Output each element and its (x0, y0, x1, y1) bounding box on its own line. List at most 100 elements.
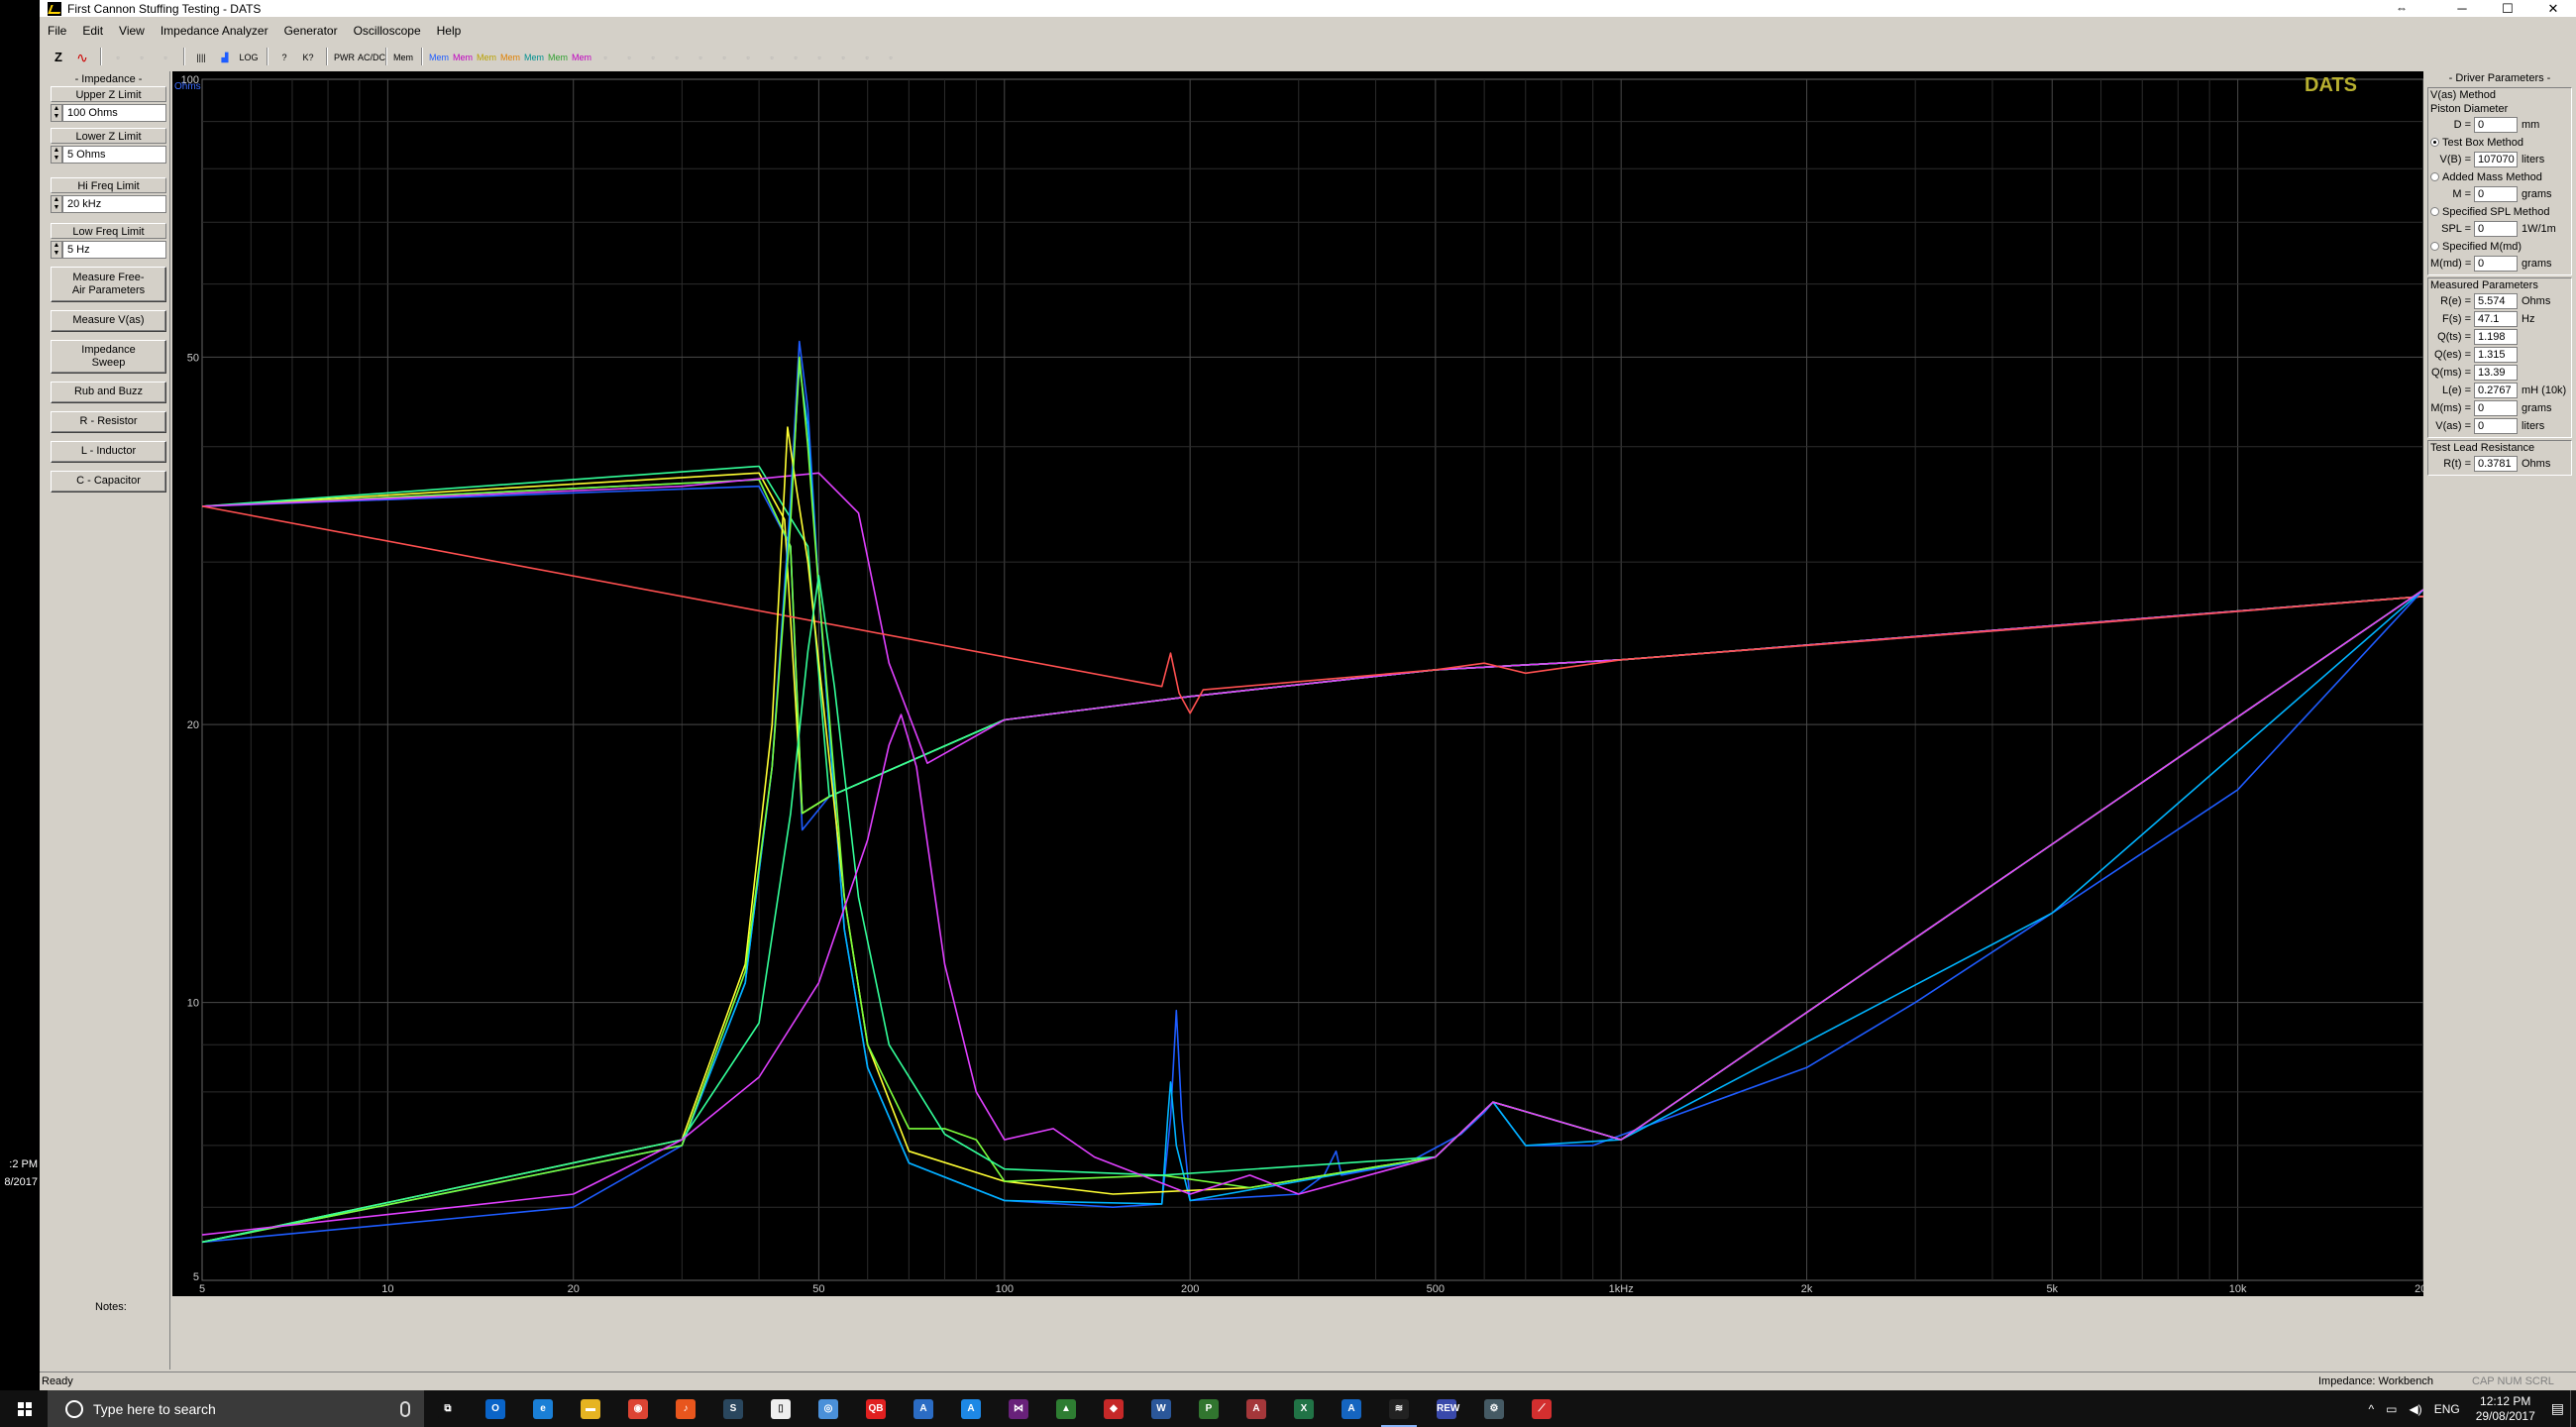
minimize-button[interactable]: ─ (2439, 0, 2485, 17)
notifications-icon[interactable]: ▤ (2545, 1400, 2570, 1417)
word-taskbar-button[interactable]: W (1137, 1390, 1185, 1427)
notepad-taskbar-button[interactable]: ▯ (757, 1390, 805, 1427)
visual-studio-taskbar-button[interactable]: ⋈ (995, 1390, 1042, 1427)
added-mass-method-radio[interactable]: Added Mass Method (2430, 168, 2569, 185)
menu-generator[interactable]: Generator (276, 22, 346, 40)
memory-6-button[interactable]: Mem 6 (547, 47, 569, 82)
menu-impedance-analyzer[interactable]: Impedance Analyzer (153, 22, 276, 40)
access-taskbar-button[interactable]: A (1233, 1390, 1280, 1427)
edge-taskbar-button[interactable]: e (519, 1390, 567, 1427)
memory-2-button[interactable]: Mem 2 (452, 47, 474, 82)
app-red-taskbar-button[interactable]: ◆ (1090, 1390, 1137, 1427)
radio-icon[interactable] (2430, 207, 2439, 216)
memory-4-button[interactable]: Mem 4 (499, 47, 521, 82)
capacitor-button[interactable]: C - Capacitor (51, 471, 166, 493)
specified-spl-method-radio[interactable]: Specified SPL Method (2430, 203, 2569, 220)
qts-value[interactable]: 1.198 (2474, 329, 2518, 345)
app-a3-taskbar-button[interactable]: A (1328, 1390, 1375, 1427)
radio-icon[interactable] (2430, 172, 2439, 181)
low-freq-limit-value[interactable]: 5 Hz (62, 241, 166, 259)
impedance-chart-svg[interactable]: 51020501002005001kHz2k5k10k20k1005020105… (172, 71, 2463, 1296)
resistor-button[interactable]: R - Resistor (51, 411, 166, 433)
memory-3-button[interactable]: Mem 3 (476, 47, 497, 82)
radio-icon[interactable] (2430, 242, 2439, 251)
qms-value[interactable]: 13.39 (2474, 365, 2518, 381)
microphone-icon[interactable] (400, 1400, 410, 1417)
memory-button[interactable]: Mem (392, 47, 414, 66)
upper-z-limit-spinner[interactable]: ▲ ▼ 100 Ohms (51, 104, 166, 122)
start-button[interactable] (0, 1390, 48, 1427)
project-taskbar-button[interactable]: P (1185, 1390, 1233, 1427)
memory-7-button[interactable]: Mem 7 (571, 47, 592, 82)
ac-dc-button[interactable]: AC/DC (357, 47, 385, 66)
tray-chevron-icon[interactable]: ^ (2362, 1402, 2380, 1416)
excel-taskbar-button[interactable]: X (1280, 1390, 1328, 1427)
rt-input[interactable]: 0.3781 (2474, 456, 2518, 472)
spin-down-icon[interactable]: ▼ (52, 250, 61, 258)
help-button[interactable]: ? (273, 47, 295, 66)
app-chart-taskbar-button[interactable]: ⟋ (1518, 1390, 1565, 1427)
fs-value[interactable]: 47.1 (2474, 311, 2518, 327)
measure-free-air-button[interactable]: Measure Free-Air Parameters (51, 267, 166, 302)
measure-vas-button[interactable]: Measure V(as) (51, 310, 166, 332)
spl-input[interactable]: 0 (2474, 221, 2518, 237)
task-view-taskbar-button[interactable]: ⧉ (424, 1390, 472, 1427)
language-indicator[interactable]: ENG (2428, 1402, 2466, 1416)
taskbar-search-box[interactable]: Type here to search (48, 1390, 424, 1427)
mmd-input[interactable]: 0 (2474, 256, 2518, 272)
show-desktop-button[interactable] (2570, 1390, 2576, 1427)
memory-1-button[interactable]: Mem 1 (428, 47, 450, 82)
menu-help[interactable]: Help (429, 22, 470, 40)
spin-down-icon[interactable]: ▼ (52, 113, 61, 121)
re-value[interactable]: 5.574 (2474, 293, 2518, 309)
memory-5-button[interactable]: Mem 5 (523, 47, 545, 82)
menu-file[interactable]: File (40, 22, 74, 40)
vas-value[interactable]: 0 (2474, 418, 2518, 434)
le-value[interactable]: 0.2767 (2474, 383, 2518, 398)
rub-and-buzz-button[interactable]: Rub and Buzz (51, 382, 166, 403)
qb-taskbar-button[interactable]: QB (852, 1390, 900, 1427)
spin-up-icon[interactable]: ▲ (52, 105, 61, 113)
rew-taskbar-button[interactable]: REW (1423, 1390, 1470, 1427)
app-a-taskbar-button[interactable]: A (900, 1390, 947, 1427)
inductor-button[interactable]: L - Inductor (51, 441, 166, 463)
hi-freq-limit-spinner[interactable]: ▲ ▼ 20 kHz (51, 195, 166, 213)
impedance-chart[interactable]: 51020501002005001kHz2k5k10k20k1005020105… (172, 71, 2463, 1296)
vb-input[interactable]: 107070 (2474, 152, 2518, 167)
radio-selected-icon[interactable] (2430, 138, 2439, 147)
app-gear-taskbar-button[interactable]: ⚙ (1470, 1390, 1518, 1427)
low-freq-limit-spinner[interactable]: ▲ ▼ 5 Hz (51, 241, 166, 259)
spin-down-icon[interactable]: ▼ (52, 204, 61, 212)
title-bar[interactable]: First Cannon Stuffing Testing - DATS ⇔ ─… (40, 0, 2576, 17)
maximize-button[interactable]: ☐ (2485, 0, 2530, 17)
qes-value[interactable]: 1.315 (2474, 347, 2518, 363)
spin-up-icon[interactable]: ▲ (52, 147, 61, 155)
steam-taskbar-button[interactable]: S (709, 1390, 757, 1427)
lower-z-limit-spinner[interactable]: ▲ ▼ 5 Ohms (51, 146, 166, 164)
impedance-mode-button[interactable]: Z (48, 47, 69, 66)
menu-edit[interactable]: Edit (74, 22, 111, 40)
file-explorer-taskbar-button[interactable]: ▬ (567, 1390, 614, 1427)
context-help-button[interactable]: K? (297, 47, 319, 66)
taskbar-clock[interactable]: 12:12 PM 29/08/2017 (2466, 1394, 2545, 1424)
impedance-sweep-button[interactable]: Impedance Sweep (51, 340, 166, 374)
app-orange-taskbar-button[interactable]: ♪ (662, 1390, 709, 1427)
phase-mode-button[interactable]: ∿ (71, 47, 93, 66)
lower-z-limit-value[interactable]: 5 Ohms (62, 146, 166, 164)
chrome-taskbar-button[interactable]: ◉ (614, 1390, 662, 1427)
upper-z-limit-value[interactable]: 100 Ohms (62, 104, 166, 122)
m-input[interactable]: 0 (2474, 186, 2518, 202)
spin-down-icon[interactable]: ▼ (52, 155, 61, 163)
outlook-taskbar-button[interactable]: O (472, 1390, 519, 1427)
spin-up-icon[interactable]: ▲ (52, 242, 61, 250)
grid-button[interactable]: |||| (190, 47, 212, 66)
d-input[interactable]: 0 (2474, 117, 2518, 133)
hi-freq-limit-value[interactable]: 20 kHz (62, 195, 166, 213)
volume-icon[interactable]: ◀) (2403, 1402, 2427, 1416)
mms-value[interactable]: 0 (2474, 400, 2518, 416)
menu-view[interactable]: View (111, 22, 153, 40)
spin-up-icon[interactable]: ▲ (52, 196, 61, 204)
power-button[interactable]: PWR (333, 47, 355, 66)
stock-taskbar-button[interactable]: ▲ (1042, 1390, 1090, 1427)
specified-mmd-radio[interactable]: Specified M(md) (2430, 238, 2569, 255)
